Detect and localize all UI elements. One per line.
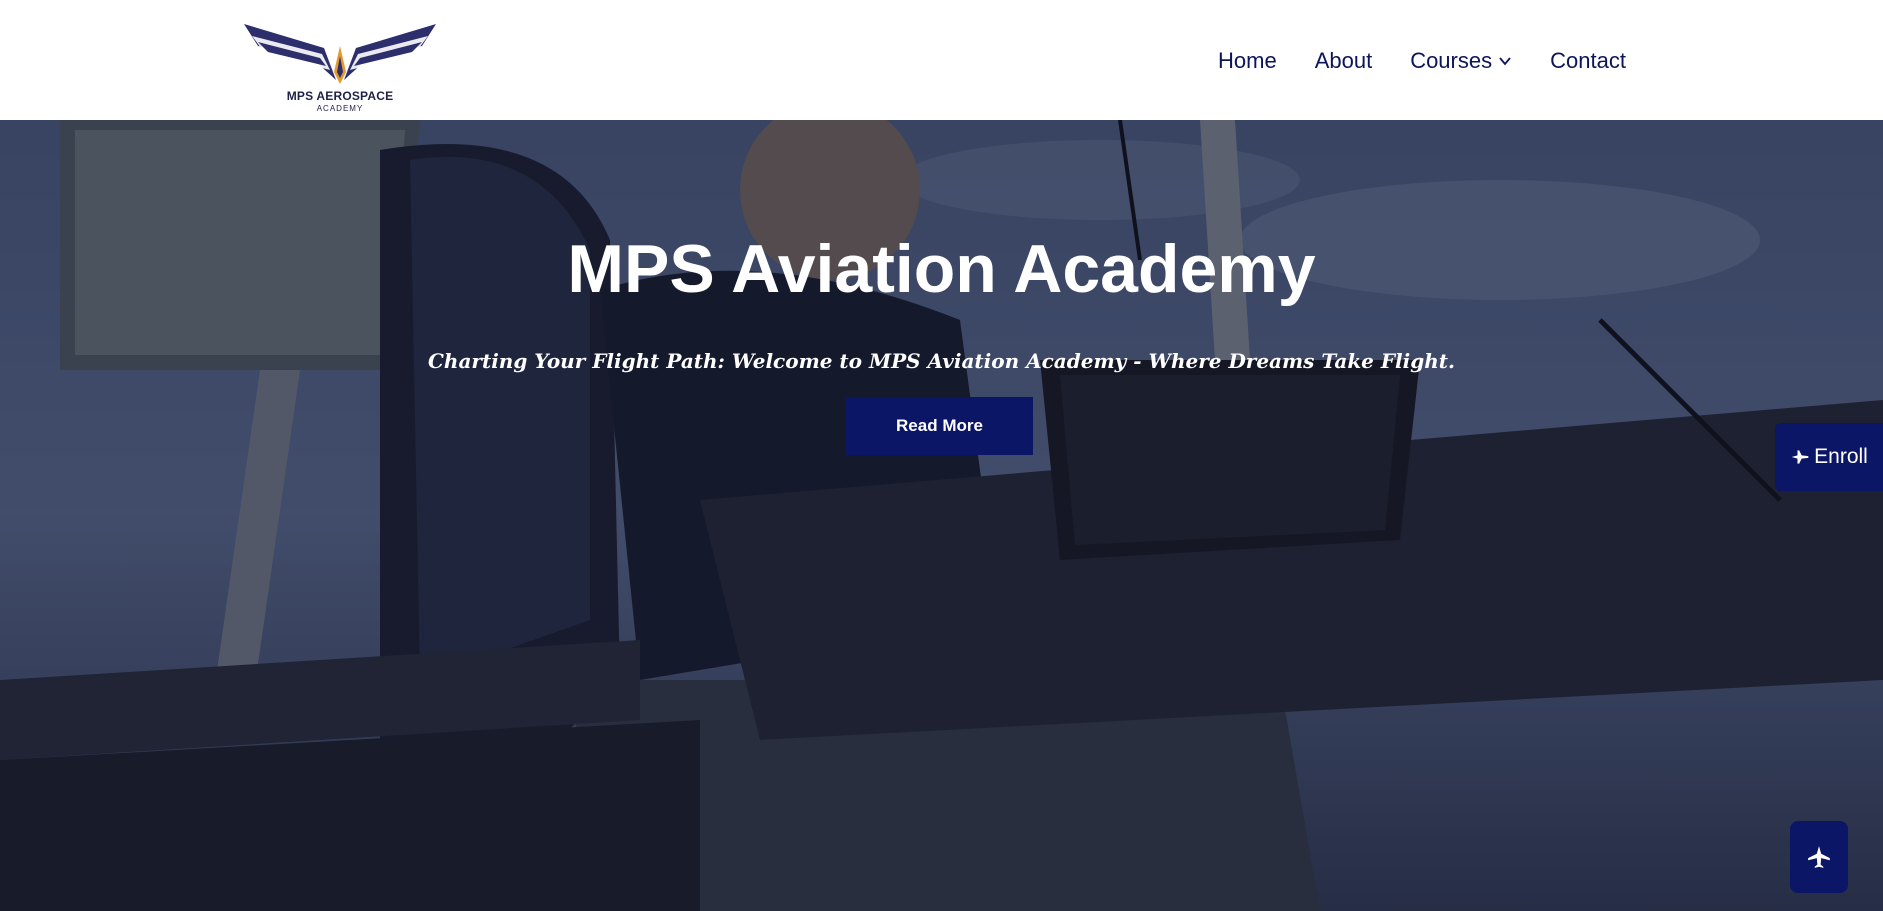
enroll-label: Enroll xyxy=(1814,445,1868,468)
hero-subtitle: Charting Your Flight Path: Welcome to MP… xyxy=(428,349,1455,373)
nav-about-label: About xyxy=(1314,48,1373,73)
logo-subtitle: ACADEMY xyxy=(316,104,364,113)
nav-courses[interactable]: Courses xyxy=(1410,48,1512,74)
logo[interactable]: MPS AEROSPACE ACADEMY xyxy=(244,20,436,116)
scroll-top-button[interactable] xyxy=(1790,821,1848,893)
nav-home[interactable]: Home xyxy=(1218,48,1277,74)
wings-logo-icon xyxy=(244,24,436,84)
hero-section: MPS Aviation Academy Charting Your Fligh… xyxy=(0,120,1883,911)
nav-courses-label: Courses xyxy=(1410,48,1493,73)
read-more-button[interactable]: Read More xyxy=(846,397,1033,455)
chevron-down-icon xyxy=(1499,57,1511,66)
enroll-button[interactable]: Enroll xyxy=(1775,423,1883,491)
airplane-icon xyxy=(1808,846,1830,868)
nav-contact-label: Contact xyxy=(1550,48,1626,73)
nav-contact[interactable]: Contact xyxy=(1550,48,1626,74)
hero-title: MPS Aviation Academy xyxy=(567,231,1316,307)
main-nav: Home About Courses Contact xyxy=(1218,48,1626,74)
site-header: MPS AEROSPACE ACADEMY Home About Courses… xyxy=(0,0,1883,120)
airplane-icon xyxy=(1791,450,1809,464)
nav-about[interactable]: About xyxy=(1315,48,1373,74)
nav-home-label: Home xyxy=(1218,48,1277,73)
logo-title: MPS AEROSPACE xyxy=(286,89,394,103)
